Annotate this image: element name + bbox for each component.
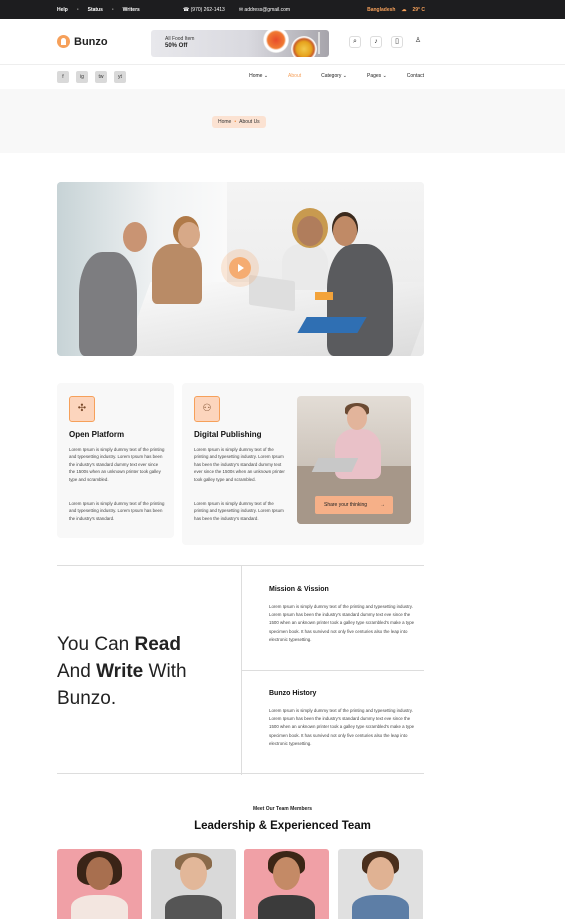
arrow-right-icon: → bbox=[380, 502, 385, 508]
breadcrumb: Home • About Us bbox=[212, 116, 266, 128]
nav-item-contact[interactable]: Contact bbox=[407, 73, 424, 79]
logo-icon bbox=[57, 35, 70, 48]
weather-icon: ☁ bbox=[401, 7, 407, 13]
logo-text: Bunzo bbox=[74, 35, 108, 48]
mission-section: You Can Read And Write With Bunzo. Missi… bbox=[57, 565, 424, 775]
person-man-left-head bbox=[123, 222, 147, 252]
feature-text: Lorem Ipsum is simply dummy text of the … bbox=[69, 447, 165, 482]
person-woman-right-head bbox=[297, 216, 323, 246]
top-link-status[interactable]: Status bbox=[88, 7, 103, 13]
nav-item-home[interactable]: Home ⌄ bbox=[249, 73, 268, 79]
top-link-help[interactable]: Help bbox=[57, 7, 68, 13]
bell-icon[interactable]: ♪ bbox=[370, 36, 382, 48]
network-icon: ✣ bbox=[69, 396, 95, 422]
team-member-photo[interactable] bbox=[338, 849, 423, 919]
temperature-text: 29° C bbox=[412, 7, 425, 13]
location-text: Bangladesh bbox=[367, 7, 396, 13]
nav-item-category[interactable]: Category ⌄ bbox=[321, 73, 347, 79]
orange-note bbox=[315, 292, 333, 300]
person-man-right-head bbox=[333, 216, 357, 246]
contact-info: ☎ (970) 262-1413 ✉ address@gmail.com bbox=[183, 7, 290, 13]
feature-title: Open Platform bbox=[69, 430, 125, 439]
email-item: ✉ address@gmail.com bbox=[238, 7, 291, 13]
share-thinking-button[interactable]: Share your thinking → bbox=[315, 496, 393, 514]
laptop bbox=[249, 274, 295, 312]
team-member-photo[interactable] bbox=[244, 849, 329, 919]
phone-item: ☎ (970) 262-1413 bbox=[183, 7, 225, 13]
tagline-heading: You Can Read And Write With Bunzo. bbox=[57, 634, 187, 709]
person-woman-left-head bbox=[178, 222, 200, 248]
promo-line-2: 50% Off bbox=[165, 43, 188, 49]
mission-text: Lorem Ipsum is simply dummy text of the … bbox=[269, 604, 415, 642]
food-plate-image bbox=[291, 36, 317, 57]
mission-title: Mission & Vission bbox=[269, 586, 329, 593]
feature-text: Lorem Ipsum is simply dummy text of the … bbox=[194, 501, 284, 521]
social-links: f ig tw yt bbox=[57, 71, 126, 83]
person-man-left bbox=[79, 252, 137, 356]
team-member-photo[interactable] bbox=[151, 849, 236, 919]
user-icon[interactable]: ♙ bbox=[412, 36, 424, 48]
feature-text: Lorem Ipsum is simply dummy text of the … bbox=[69, 501, 165, 521]
phone-icon: ☎ bbox=[183, 7, 190, 13]
person-woman-left bbox=[152, 244, 202, 304]
page-hero: Home • About Us bbox=[0, 89, 565, 153]
feature-text: Lorem Ipsum is simply dummy text of the … bbox=[194, 447, 285, 482]
header-actions: ⌕ ♪ ▯ ♙ bbox=[349, 36, 424, 48]
nav-item-pages[interactable]: Pages ⌄ bbox=[367, 73, 387, 79]
logo[interactable]: Bunzo bbox=[57, 35, 108, 48]
top-link-writers[interactable]: Writers bbox=[123, 7, 140, 13]
writer-photo: Share your thinking → bbox=[297, 396, 411, 524]
about-video[interactable] bbox=[57, 182, 424, 356]
play-button[interactable] bbox=[229, 257, 251, 279]
team-subtitle: Meet Our Team Members bbox=[252, 806, 313, 812]
nav-menu: Home ⌄ About Category ⌄ Pages ⌄ Contact bbox=[249, 73, 424, 79]
team-title: Leadership & Experienced Team bbox=[194, 820, 371, 832]
promo-banner[interactable]: All Food Item 50% Off bbox=[151, 30, 329, 57]
site-header: Bunzo All Food Item 50% Off ⌕ ♪ ▯ ♙ bbox=[0, 19, 565, 65]
publishing-icon: ⚇ bbox=[194, 396, 220, 422]
twitter-icon[interactable]: tw bbox=[95, 71, 107, 83]
weather-info: Bangladesh ☁ 29° C bbox=[367, 7, 425, 13]
nav-item-about[interactable]: About bbox=[288, 73, 301, 79]
bookmark-icon[interactable]: ▯ bbox=[391, 36, 403, 48]
history-text: Lorem Ipsum is simply dummy text of the … bbox=[269, 708, 415, 746]
fork-image bbox=[318, 32, 320, 54]
mail-icon: ✉ bbox=[238, 7, 244, 13]
history-title: Bunzo History bbox=[269, 690, 317, 697]
main-nav: f ig tw yt Home ⌄ About Category ⌄ Pages… bbox=[0, 66, 565, 89]
promo-line-1: All Food Item bbox=[165, 36, 195, 42]
breadcrumb-current: About Us bbox=[239, 119, 260, 125]
youtube-icon[interactable]: yt bbox=[114, 71, 126, 83]
top-bar: Help • Status • Writers ☎ (970) 262-1413… bbox=[0, 0, 565, 19]
blue-folder bbox=[297, 317, 367, 333]
breadcrumb-home[interactable]: Home bbox=[218, 116, 231, 128]
instagram-icon[interactable]: ig bbox=[76, 71, 88, 83]
search-icon[interactable]: ⌕ bbox=[349, 36, 361, 48]
person-man-right bbox=[327, 244, 393, 356]
top-links: Help • Status • Writers bbox=[57, 7, 140, 13]
food-plate-image bbox=[263, 30, 289, 53]
team-member-photo[interactable] bbox=[57, 849, 142, 919]
divider bbox=[241, 670, 424, 671]
facebook-icon[interactable]: f bbox=[57, 71, 69, 83]
feature-title: Digital Publishing bbox=[194, 430, 262, 439]
